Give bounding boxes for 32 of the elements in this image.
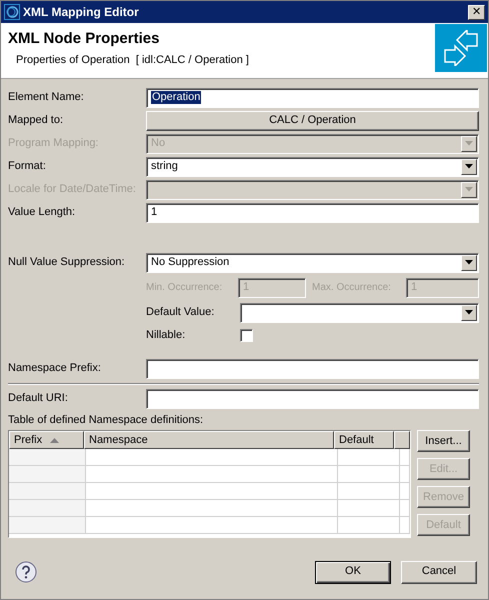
field-label: Nillable: bbox=[146, 328, 186, 342]
dialog-button[interactable]: OK bbox=[315, 560, 391, 584]
help-icon[interactable] bbox=[15, 561, 37, 583]
field-label: Value Length: bbox=[8, 206, 76, 220]
field-label: Element Name: bbox=[8, 90, 85, 104]
dropdown-field[interactable] bbox=[240, 302, 479, 322]
mapped-to-button[interactable]: CALC / Operation bbox=[146, 110, 479, 130]
nillable-checkbox[interactable] bbox=[240, 329, 253, 342]
field-label: Default Value: bbox=[146, 306, 216, 320]
field-label: Default URI: bbox=[8, 392, 69, 406]
column-header[interactable]: Default bbox=[334, 431, 394, 450]
dropdown-field[interactable]: No Suppression bbox=[146, 252, 479, 272]
field-label: Null Value Suppression: bbox=[8, 256, 126, 270]
dialog-button[interactable]: Cancel bbox=[401, 560, 477, 584]
dropdown-field[interactable]: string bbox=[146, 156, 479, 176]
window-title: XML Mapping Editor bbox=[23, 4, 139, 20]
column-header[interactable]: Prefix bbox=[9, 431, 84, 450]
column-header[interactable]: Namespace bbox=[84, 431, 334, 450]
field-label: Format: bbox=[8, 160, 47, 174]
header-title: XML Node Properties bbox=[8, 30, 160, 48]
field-label: Mapped to: bbox=[8, 114, 64, 128]
app-icon bbox=[4, 4, 20, 20]
table-label: Table of defined Namespace definitions: bbox=[8, 414, 204, 428]
text-field[interactable]: Operation bbox=[146, 88, 479, 108]
text-field[interactable] bbox=[146, 358, 479, 378]
field-label: Namespace Prefix: bbox=[8, 362, 102, 376]
close-button[interactable]: ✕ bbox=[468, 4, 485, 20]
text-field[interactable]: 1 bbox=[146, 202, 479, 222]
header-subtitle: Properties of Operation [ idl:CALC / Operation ] bbox=[15, 53, 250, 68]
table-action-button[interactable]: Insert... bbox=[417, 430, 470, 452]
sort-ascending-icon bbox=[50, 438, 60, 443]
text-field[interactable] bbox=[146, 388, 479, 408]
